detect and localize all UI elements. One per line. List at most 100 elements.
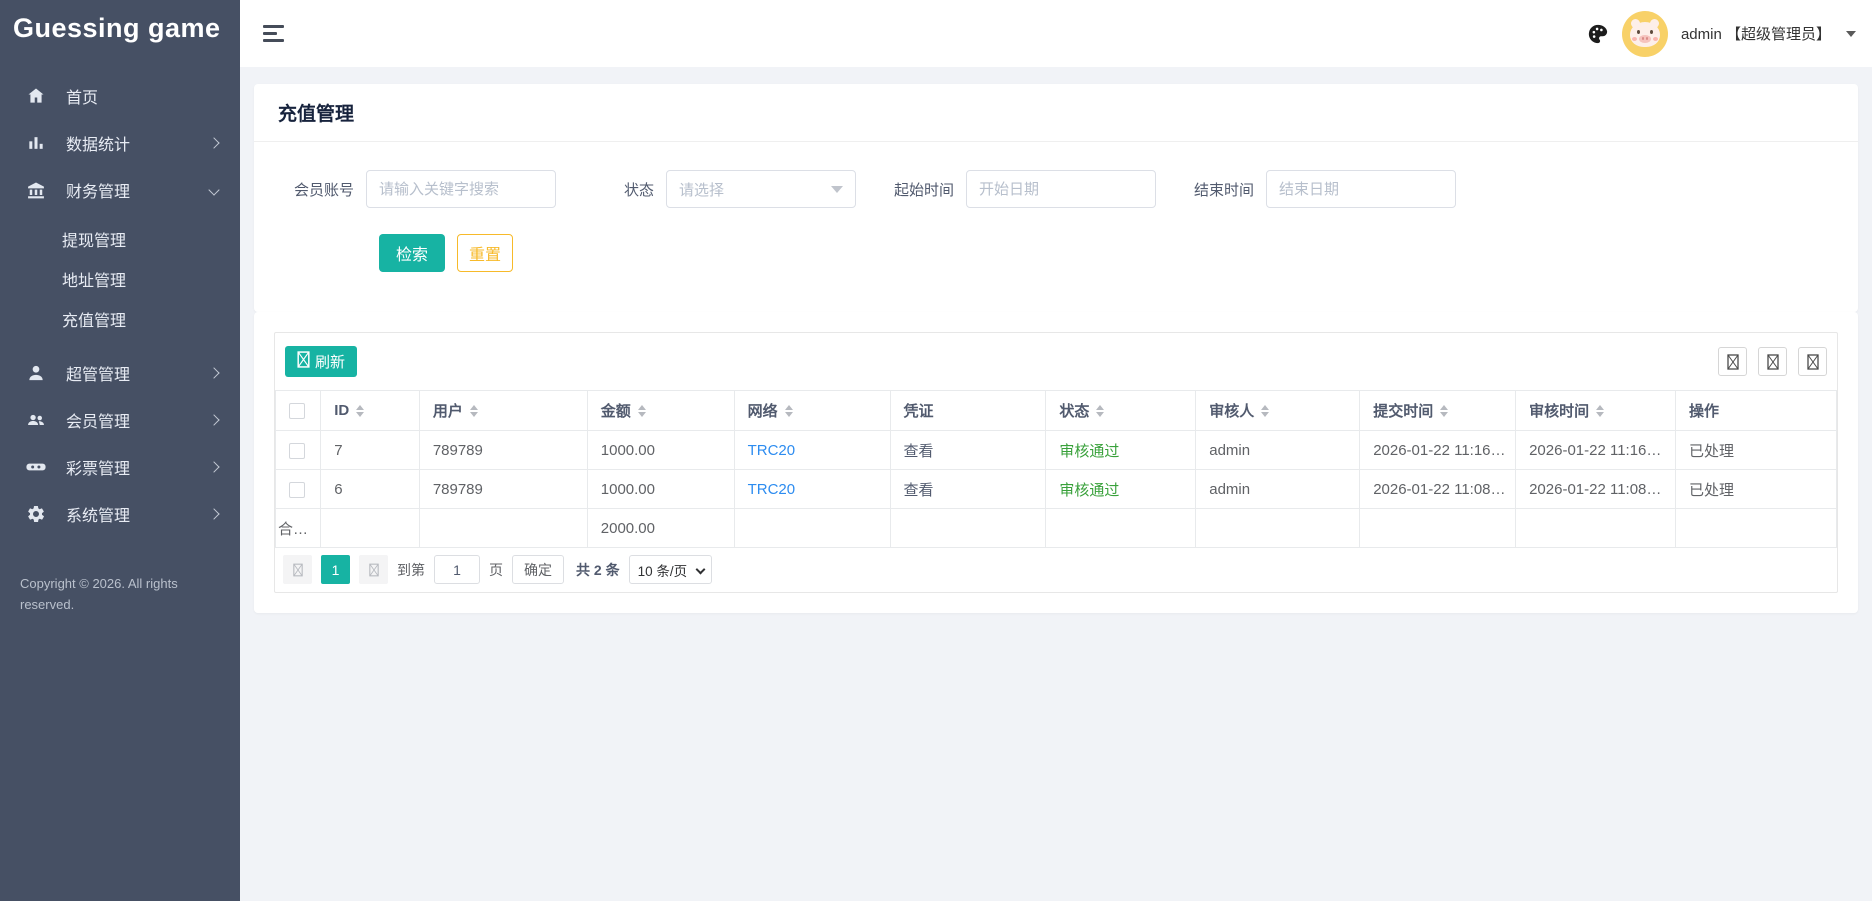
home-icon <box>25 85 47 107</box>
cell-submit-time: 2026-01-22 11:16… <box>1360 431 1516 470</box>
sidebar-nav: 首页 数据统计 财务管理 提现管理 <box>0 72 240 537</box>
page-size-select[interactable]: 10 条/页 <box>629 555 713 584</box>
cell-network: TRC20 <box>734 431 890 470</box>
col-status[interactable]: 状态 <box>1046 391 1196 431</box>
col-audit-time[interactable]: 审核时间 <box>1516 391 1676 431</box>
filter-actions: 检索 重置 <box>268 234 1834 272</box>
toolbar-action-button-2[interactable] <box>1758 347 1787 376</box>
col-voucher: 凭证 <box>890 391 1046 431</box>
toolbar-action-button-3[interactable] <box>1798 347 1827 376</box>
cell-action: 已处理 <box>1676 470 1837 509</box>
finance-submenu: 提现管理 地址管理 充值管理 <box>0 219 240 339</box>
cell-action: 已处理 <box>1676 431 1837 470</box>
summary-empty-cell <box>1516 509 1676 548</box>
select-all-checkbox[interactable] <box>289 403 305 419</box>
col-user[interactable]: 用户 <box>419 391 587 431</box>
avatar[interactable] <box>1622 11 1668 57</box>
confirm-button[interactable]: 确定 <box>512 555 564 584</box>
missing-glyph-icon <box>369 563 379 577</box>
table-box: 刷新 <box>274 332 1838 593</box>
cell-audit-time: 2026-01-22 11:08… <box>1516 470 1676 509</box>
sort-icon <box>785 405 793 417</box>
sidebar-item-address-management[interactable]: 地址管理 <box>0 259 240 299</box>
cell-voucher: 查看 <box>890 431 1046 470</box>
row-checkbox[interactable] <box>289 482 305 498</box>
theme-palette-icon[interactable] <box>1587 23 1609 45</box>
sort-icon <box>638 405 646 417</box>
sidebar-item-statistics[interactable]: 数据统计 <box>0 119 240 166</box>
page-number-button[interactable]: 1 <box>321 555 350 584</box>
sidebar-item-recharge-management[interactable]: 充值管理 <box>0 299 240 339</box>
sidebar-item-label: 提现管理 <box>62 227 126 251</box>
sidebar-item-home[interactable]: 首页 <box>0 72 240 119</box>
page-size-value: 10 条/页 <box>638 560 688 580</box>
bar-chart-icon <box>25 132 47 154</box>
sidebar-item-label: 会员管理 <box>66 408 130 432</box>
chevron-down-icon[interactable] <box>1846 31 1856 37</box>
status-select-placeholder: 请选择 <box>679 179 724 200</box>
toolbar-action-button-1[interactable] <box>1718 347 1747 376</box>
row-checkbox[interactable] <box>289 443 305 459</box>
sidebar-item-superadmin[interactable]: 超管管理 <box>0 349 240 396</box>
sidebar-item-withdraw-management[interactable]: 提现管理 <box>0 219 240 259</box>
network-link[interactable]: TRC20 <box>748 481 796 498</box>
sidebar-item-finance[interactable]: 财务管理 <box>0 166 240 213</box>
sidebar-item-members[interactable]: 会员管理 <box>0 396 240 443</box>
topbar-right: admin 【超级管理员】 <box>1587 11 1856 57</box>
cell-id: 6 <box>321 470 420 509</box>
chevron-right-icon <box>210 505 218 523</box>
search-button[interactable]: 检索 <box>379 234 445 272</box>
end-date-input[interactable] <box>1266 170 1456 208</box>
start-date-input[interactable] <box>966 170 1156 208</box>
sidebar-item-label: 充值管理 <box>62 307 126 331</box>
filter-card: 充值管理 会员账号 状态 请选择 <box>254 84 1858 312</box>
summary-empty-cell <box>1046 509 1196 548</box>
sidebar-item-lottery[interactable]: 彩票管理 <box>0 443 240 490</box>
sidebar-item-system[interactable]: 系统管理 <box>0 490 240 537</box>
cell-id: 7 <box>321 431 420 470</box>
prev-page-button[interactable] <box>283 555 312 584</box>
toolbar-icons <box>1718 347 1827 376</box>
chevron-right-icon <box>210 134 218 152</box>
view-voucher-link[interactable]: 查看 <box>904 443 934 460</box>
chevron-right-icon <box>210 411 218 429</box>
cell-user: 789789 <box>419 470 587 509</box>
cell-auditor: admin <box>1196 431 1360 470</box>
missing-glyph-icon <box>1767 354 1779 370</box>
app-logo: Guessing game <box>0 0 240 44</box>
total-count-label: 共 2 条 <box>576 560 620 580</box>
network-link[interactable]: TRC20 <box>748 442 796 459</box>
reset-button[interactable]: 重置 <box>457 234 513 272</box>
refresh-button[interactable]: 刷新 <box>285 346 357 377</box>
main-area: admin 【超级管理员】 充值管理 会员账号 状态 <box>240 0 1872 901</box>
cell-status: 审核通过 <box>1046 470 1196 509</box>
summary-empty-cell <box>1196 509 1360 548</box>
account-search-input[interactable] <box>366 170 556 208</box>
col-action: 操作 <box>1676 391 1837 431</box>
col-id[interactable]: ID <box>321 391 420 431</box>
end-time-label: 结束时间 <box>1168 179 1266 200</box>
sort-icon <box>1096 405 1104 417</box>
menu-toggle-icon[interactable] <box>259 21 288 46</box>
user-menu[interactable]: admin 【超级管理员】 <box>1681 23 1831 44</box>
cell-amount: 1000.00 <box>587 470 734 509</box>
sort-icon <box>1596 405 1604 417</box>
cell-status: 审核通过 <box>1046 431 1196 470</box>
col-amount[interactable]: 金额 <box>587 391 734 431</box>
view-voucher-link[interactable]: 查看 <box>904 482 934 499</box>
gear-icon <box>25 503 47 525</box>
account-label: 会员账号 <box>268 179 366 200</box>
avatar-pig-snout <box>1639 35 1651 43</box>
sort-icon <box>1261 405 1269 417</box>
chevron-right-icon <box>210 458 218 476</box>
col-auditor[interactable]: 审核人 <box>1196 391 1360 431</box>
col-network[interactable]: 网络 <box>734 391 890 431</box>
summary-label: 合… <box>276 509 321 548</box>
cell-select <box>276 431 321 470</box>
goto-page-input[interactable] <box>434 555 480 584</box>
sidebar: Guessing game 首页 数据统计 财务管理 <box>0 0 240 901</box>
next-page-button[interactable] <box>359 555 388 584</box>
cell-auditor: admin <box>1196 470 1360 509</box>
col-submit-time[interactable]: 提交时间 <box>1360 391 1516 431</box>
status-select[interactable]: 请选择 <box>666 170 856 208</box>
